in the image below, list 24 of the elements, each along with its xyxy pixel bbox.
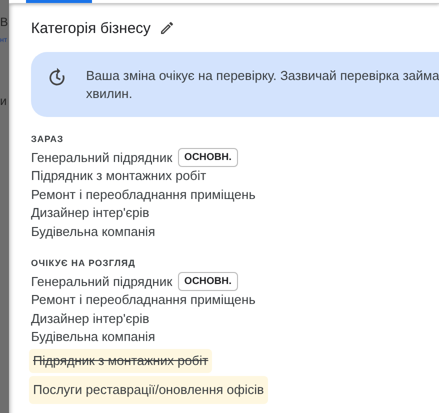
notice-text: Ваша зміна очікує на перевірку. Зазвичай перевірка займа [86, 67, 439, 85]
section-heading: ЗАРАЗ [31, 134, 64, 144]
added-category: Послуги реставрації/оновлення офісів [29, 376, 268, 404]
primary-badge: ОСНОВН. [178, 148, 238, 167]
background-text: и [0, 94, 7, 108]
notice-text: хвилин. [86, 85, 134, 103]
category-item: Генеральний підрядник [31, 148, 172, 166]
edit-button[interactable] [158, 20, 175, 36]
category-item: Будівельна компанія [31, 328, 156, 346]
category-item: Ремонт і переобладнання приміщень [31, 186, 256, 204]
dialog-title: Категорія бізнесу [31, 20, 151, 36]
category-item: Ремонт і переобладнання приміщень [31, 291, 256, 310]
category-item: Будівельна компанія [31, 222, 156, 241]
clock-icon [47, 67, 67, 87]
section-heading: ОЧІКУЄ НА РОЗГЛЯД [31, 258, 136, 268]
background-text: В [0, 15, 8, 29]
category-item: Підрядник з монтажних робіт [31, 167, 206, 186]
category-item: Генеральний підрядник [31, 272, 172, 290]
category-item: Дизайнер інтер'єрів [31, 204, 150, 222]
category-item: Дизайнер інтер'єрів [31, 310, 150, 328]
tab-indicator [26, 0, 92, 3]
pencil-icon [158, 20, 175, 36]
removed-category: Підрядник з монтажних робіт [29, 348, 212, 372]
primary-badge: ОСНОВН. [178, 272, 238, 291]
